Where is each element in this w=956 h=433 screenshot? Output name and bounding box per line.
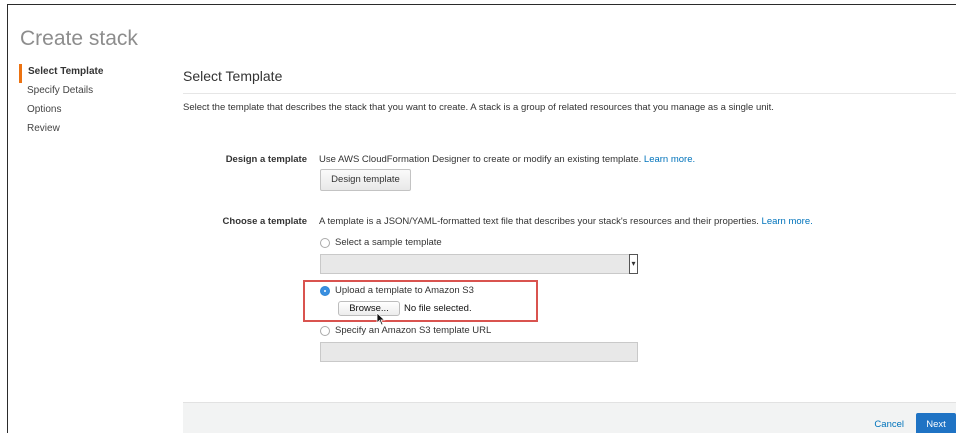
section-description: Select the template that describes the s… (183, 102, 774, 113)
radio-sample-template[interactable]: Select a sample template (320, 237, 442, 248)
design-template-button[interactable]: Design template (320, 169, 411, 191)
design-learn-more-link[interactable]: Learn more. (644, 154, 695, 165)
design-template-text: Use AWS CloudFormation Designer to creat… (319, 154, 695, 165)
design-template-label: Design a template (225, 154, 307, 165)
radio-sample-label: Select a sample template (335, 237, 442, 248)
cancel-button[interactable]: Cancel (874, 419, 904, 430)
sample-template-select[interactable]: ▾ (320, 254, 638, 274)
choose-template-text: A template is a JSON/YAML-formatted text… (319, 216, 813, 227)
step-review[interactable]: Review (19, 121, 139, 140)
choose-learn-more-link[interactable]: Learn more. (762, 216, 813, 227)
mouse-cursor-icon (376, 312, 386, 326)
s3-url-input[interactable] (320, 342, 638, 362)
choose-template-label: Choose a template (222, 216, 307, 227)
file-status-text: No file selected. (404, 303, 472, 314)
radio-url-indicator[interactable] (320, 325, 330, 336)
step-select-template[interactable]: Select Template (19, 64, 139, 83)
radio-upload-indicator[interactable] (320, 285, 330, 296)
section-divider (183, 93, 956, 94)
step-specify-details[interactable]: Specify Details (19, 83, 139, 102)
radio-url-label: Specify an Amazon S3 template URL (335, 325, 492, 336)
section-title: Select Template (183, 68, 283, 84)
next-button[interactable]: Next (916, 413, 956, 433)
browse-button[interactable]: Browse... (338, 301, 400, 316)
step-options[interactable]: Options (19, 102, 139, 121)
dropdown-arrow-icon[interactable]: ▾ (629, 254, 638, 274)
radio-upload-label: Upload a template to Amazon S3 (335, 285, 474, 296)
radio-sample-indicator[interactable] (320, 237, 330, 248)
radio-s3-url[interactable]: Specify an Amazon S3 template URL (320, 325, 491, 336)
wizard-steps: Select Template Specify Details Options … (19, 64, 139, 140)
page-title: Create stack (20, 27, 138, 50)
radio-upload-template[interactable]: Upload a template to Amazon S3 (320, 285, 474, 296)
choose-template-description: A template is a JSON/YAML-formatted text… (319, 216, 759, 227)
design-template-description: Use AWS CloudFormation Designer to creat… (319, 154, 642, 165)
footer-bar: Cancel Next (183, 402, 956, 433)
